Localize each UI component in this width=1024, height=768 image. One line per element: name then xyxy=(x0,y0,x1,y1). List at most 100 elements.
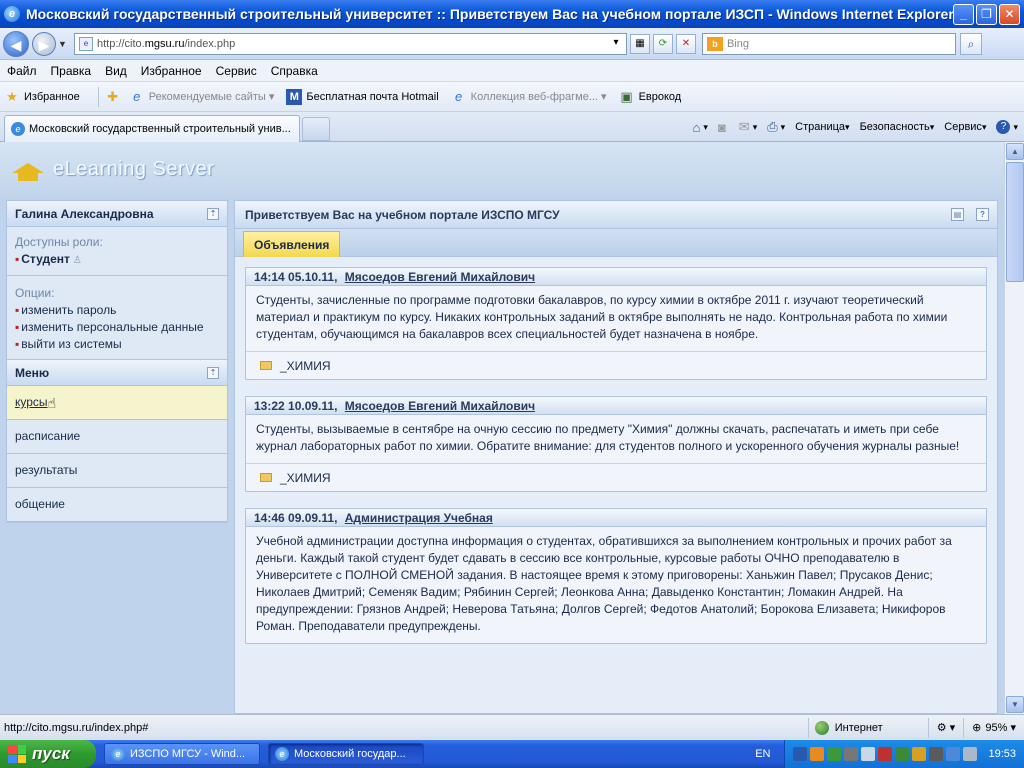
option-logout[interactable]: ▪ выйти из системы xyxy=(15,336,219,353)
tools-menu[interactable]: Сервис xyxy=(944,121,986,133)
add-star-icon: ✚ xyxy=(107,88,119,104)
favorites-button[interactable]: ★ Избранное xyxy=(4,89,80,105)
print-button[interactable]: ⎙ xyxy=(767,119,785,135)
menu-help[interactable]: Справка xyxy=(264,64,325,78)
security-zone[interactable]: Интернет xyxy=(807,717,928,738)
language-indicator[interactable]: EN xyxy=(755,748,770,760)
scroll-down-button[interactable]: ▼ xyxy=(1006,696,1024,713)
search-box[interactable]: b Bing xyxy=(702,32,956,55)
start-button[interactable]: пуск xyxy=(0,740,96,768)
taskbar-window-izspo[interactable]: e ИЗСПО МГСУ - Wind... xyxy=(104,743,260,765)
tray-app-icon[interactable] xyxy=(895,747,910,761)
menu-item-schedule[interactable]: расписание xyxy=(7,420,227,454)
tray-app-icon[interactable] xyxy=(878,747,893,761)
roles-caption: Доступны роли: xyxy=(15,235,103,249)
tab-announcements[interactable]: Объявления xyxy=(243,231,341,257)
network-icon[interactable] xyxy=(946,747,961,761)
feeds-button[interactable]: ◙ xyxy=(718,120,729,135)
tab-active[interactable]: e Московский государственный строительны… xyxy=(4,115,300,142)
volume-icon[interactable] xyxy=(963,747,978,761)
panel-tools: ▤ ? xyxy=(939,208,989,221)
minimize-button[interactable]: _ xyxy=(953,3,974,25)
fav-eurocode[interactable]: ▣ Еврокод xyxy=(619,89,681,105)
announcement-text: Студенты, зачисленные по программе подго… xyxy=(256,293,948,341)
sidebar: Галина Александровна ⇡ Доступны роли: ▪ С… xyxy=(6,200,228,714)
menu-item-results[interactable]: результаты xyxy=(7,454,227,488)
menu-item-courses[interactable]: курсы☝ xyxy=(7,386,227,420)
role-label: Студент xyxy=(21,252,70,266)
close-button[interactable]: ✕ xyxy=(999,3,1020,25)
menu-tools[interactable]: Сервис xyxy=(209,64,264,78)
clock[interactable]: 19:53 xyxy=(988,748,1016,760)
menu-view[interactable]: Вид xyxy=(98,64,134,78)
user-panel: Галина Александровна ⇡ Доступны роли: ▪ С… xyxy=(6,200,228,523)
menu-favorites[interactable]: Избранное xyxy=(134,64,209,78)
scroll-up-button[interactable]: ▲ xyxy=(1006,143,1024,160)
main-panel: Приветствуем Вас на учебном портале ИЗСП… xyxy=(234,200,998,714)
page-scrollbar[interactable]: ▲ ▼ xyxy=(1004,142,1024,714)
window-title: Московский государственный строительный … xyxy=(26,6,953,22)
option-change-password[interactable]: ▪ изменить пароль xyxy=(15,302,219,319)
favorites-label: Избранное xyxy=(24,90,80,103)
msn-icon: M xyxy=(286,88,303,105)
scroll-thumb[interactable] xyxy=(1006,162,1024,282)
address-url[interactable]: http://cito.mgsu.ru/index.php xyxy=(97,38,603,50)
page-menu[interactable]: Страница xyxy=(795,121,849,133)
site-logo[interactable]: eLearning Server xyxy=(12,158,214,181)
fav-suggested-sites[interactable]: e Рекомендуемые сайты ▾ xyxy=(129,88,274,105)
stop-button[interactable]: ✕ xyxy=(676,33,696,54)
menu-file[interactable]: Файл xyxy=(0,64,44,78)
address-bar[interactable]: e http://cito.mgsu.ru/index.php ▾ xyxy=(74,32,627,55)
panel-layout-icon[interactable]: ▤ xyxy=(951,208,964,221)
help-button[interactable]: ? xyxy=(996,120,1018,134)
recent-pages-dropdown[interactable]: ▼ xyxy=(58,39,70,49)
ie-icon: e xyxy=(133,88,141,104)
address-dropdown-button[interactable]: ▾ xyxy=(606,34,626,54)
menu-item-communication[interactable]: общение xyxy=(7,488,227,522)
announcement-author-link[interactable]: Администрация Учебная xyxy=(345,511,493,525)
search-button[interactable]: ⌕ xyxy=(960,32,982,55)
windows-flag-icon xyxy=(8,745,26,763)
collapse-icon[interactable]: ⇡ xyxy=(207,367,219,379)
security-menu[interactable]: Безопасность xyxy=(860,121,935,133)
tray-app-icon[interactable] xyxy=(810,747,825,761)
add-favorite-button[interactable]: ✚ xyxy=(105,89,125,105)
fav-hotmail[interactable]: M Бесплатная почта Hotmail xyxy=(286,88,439,105)
taskbar: пуск e ИЗСПО МГСУ - Wind... e Московский г… xyxy=(0,740,1024,768)
star-icon: ★ xyxy=(6,88,18,104)
refresh-button[interactable]: ⟳ xyxy=(653,33,673,54)
forward-button[interactable]: ▶ xyxy=(32,31,56,56)
back-button[interactable]: ◀ xyxy=(3,30,29,57)
mail-button[interactable]: ✉ xyxy=(739,119,757,135)
tray-app-icon[interactable] xyxy=(827,747,842,761)
graduation-cap-icon xyxy=(12,159,44,181)
role-item[interactable]: ▪ Студент ♙ xyxy=(15,251,219,269)
user-name: Галина Александровна xyxy=(15,206,154,221)
announcement-item: 13:22 10.09.11, Мясоедов Евгений Михайло… xyxy=(245,396,987,492)
zoom-icon: ⊕ xyxy=(972,722,982,734)
tray-app-icon[interactable] xyxy=(912,747,927,761)
announcement-header: 14:46 09.09.11, Администрация Учебная xyxy=(246,509,986,527)
fav-web-slice-gallery[interactable]: e Коллекция веб-фрагме... ▾ xyxy=(451,89,607,105)
announcement-author-link[interactable]: Мясоедов Евгений Михайлович xyxy=(345,270,535,284)
compatibility-view-button[interactable]: ▦ xyxy=(630,33,650,54)
announcement-author-link[interactable]: Мясоедов Евгений Михайлович xyxy=(345,399,535,413)
fav-label: Коллекция веб-фрагме... ▾ xyxy=(470,91,607,103)
announcement-category[interactable]: _ХИМИЯ xyxy=(246,351,986,379)
protected-mode-button[interactable]: ⚙ ▾ xyxy=(927,717,963,738)
menu-edit[interactable]: Правка xyxy=(44,64,99,78)
home-button[interactable]: ⌂ xyxy=(693,120,708,135)
new-tab-button[interactable] xyxy=(302,117,330,141)
announcement-category[interactable]: _ХИМИЯ xyxy=(246,463,986,491)
tray-app-icon[interactable] xyxy=(929,747,944,761)
tray-app-icon[interactable] xyxy=(861,747,876,761)
window-titlebar[interactable]: e Московский государственный строительны… xyxy=(0,0,1024,28)
panel-help-icon[interactable]: ? xyxy=(976,208,989,221)
tray-app-icon[interactable] xyxy=(844,747,859,761)
zoom-button[interactable]: ⊕ 95% ▾ xyxy=(963,717,1024,738)
option-change-personal-data[interactable]: ▪ изменить персональные данные xyxy=(15,319,219,336)
collapse-icon[interactable]: ⇡ xyxy=(207,208,219,220)
taskbar-window-mgsu[interactable]: e Московский государ... xyxy=(268,743,424,765)
restore-button[interactable]: ❐ xyxy=(976,3,997,25)
bluetooth-icon[interactable] xyxy=(793,747,808,761)
